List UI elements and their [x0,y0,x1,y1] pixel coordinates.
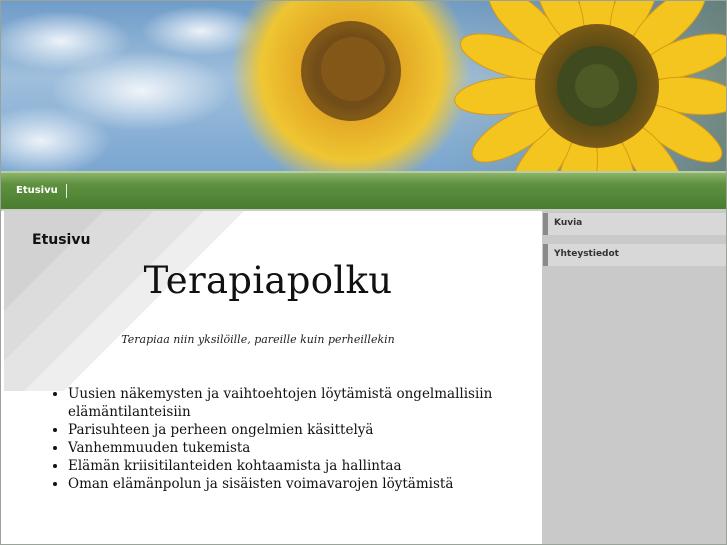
services-list: Uusien näkemysten ja vaihtoehtojen löytä… [34,385,538,493]
main-navigation-bar: Etusivu [1,171,726,211]
list-item: Vanhemmuuden tukemista [68,439,538,457]
page-frame: Etusivu Etusivu Terapiapolku Terapiaa ni… [0,0,727,545]
list-item: Oman elämänpolun ja sisäisten voimavaroj… [68,475,538,493]
header-banner-image [1,1,726,171]
main-content: Etusivu Terapiapolku Terapiaa niin yksil… [4,211,542,544]
list-item: Parisuhteen ja perheen ongelmien käsitte… [68,421,538,439]
list-item: Uusien näkemysten ja vaihtoehtojen löytä… [68,385,538,421]
page-heading: Etusivu [32,232,91,248]
site-title: Terapiapolku [143,259,393,302]
nav-separator [66,184,67,198]
sidebar-item-label: Kuvia [554,218,583,228]
list-item: Elämän kriisitilanteiden kohtaamista ja … [68,457,538,475]
sidebar-item-kuvia[interactable]: Kuvia [543,213,726,235]
sunflower-photo [1,1,726,171]
sidebar: Kuvia Yhteystiedot [542,211,726,544]
sidebar-item-yhteystiedot[interactable]: Yhteystiedot [543,244,726,266]
nav-item-etusivu[interactable]: Etusivu [16,185,58,196]
sidebar-item-label: Yhteystiedot [554,249,619,259]
tagline: Terapiaa niin yksilöille, pareille kuin … [121,333,395,346]
